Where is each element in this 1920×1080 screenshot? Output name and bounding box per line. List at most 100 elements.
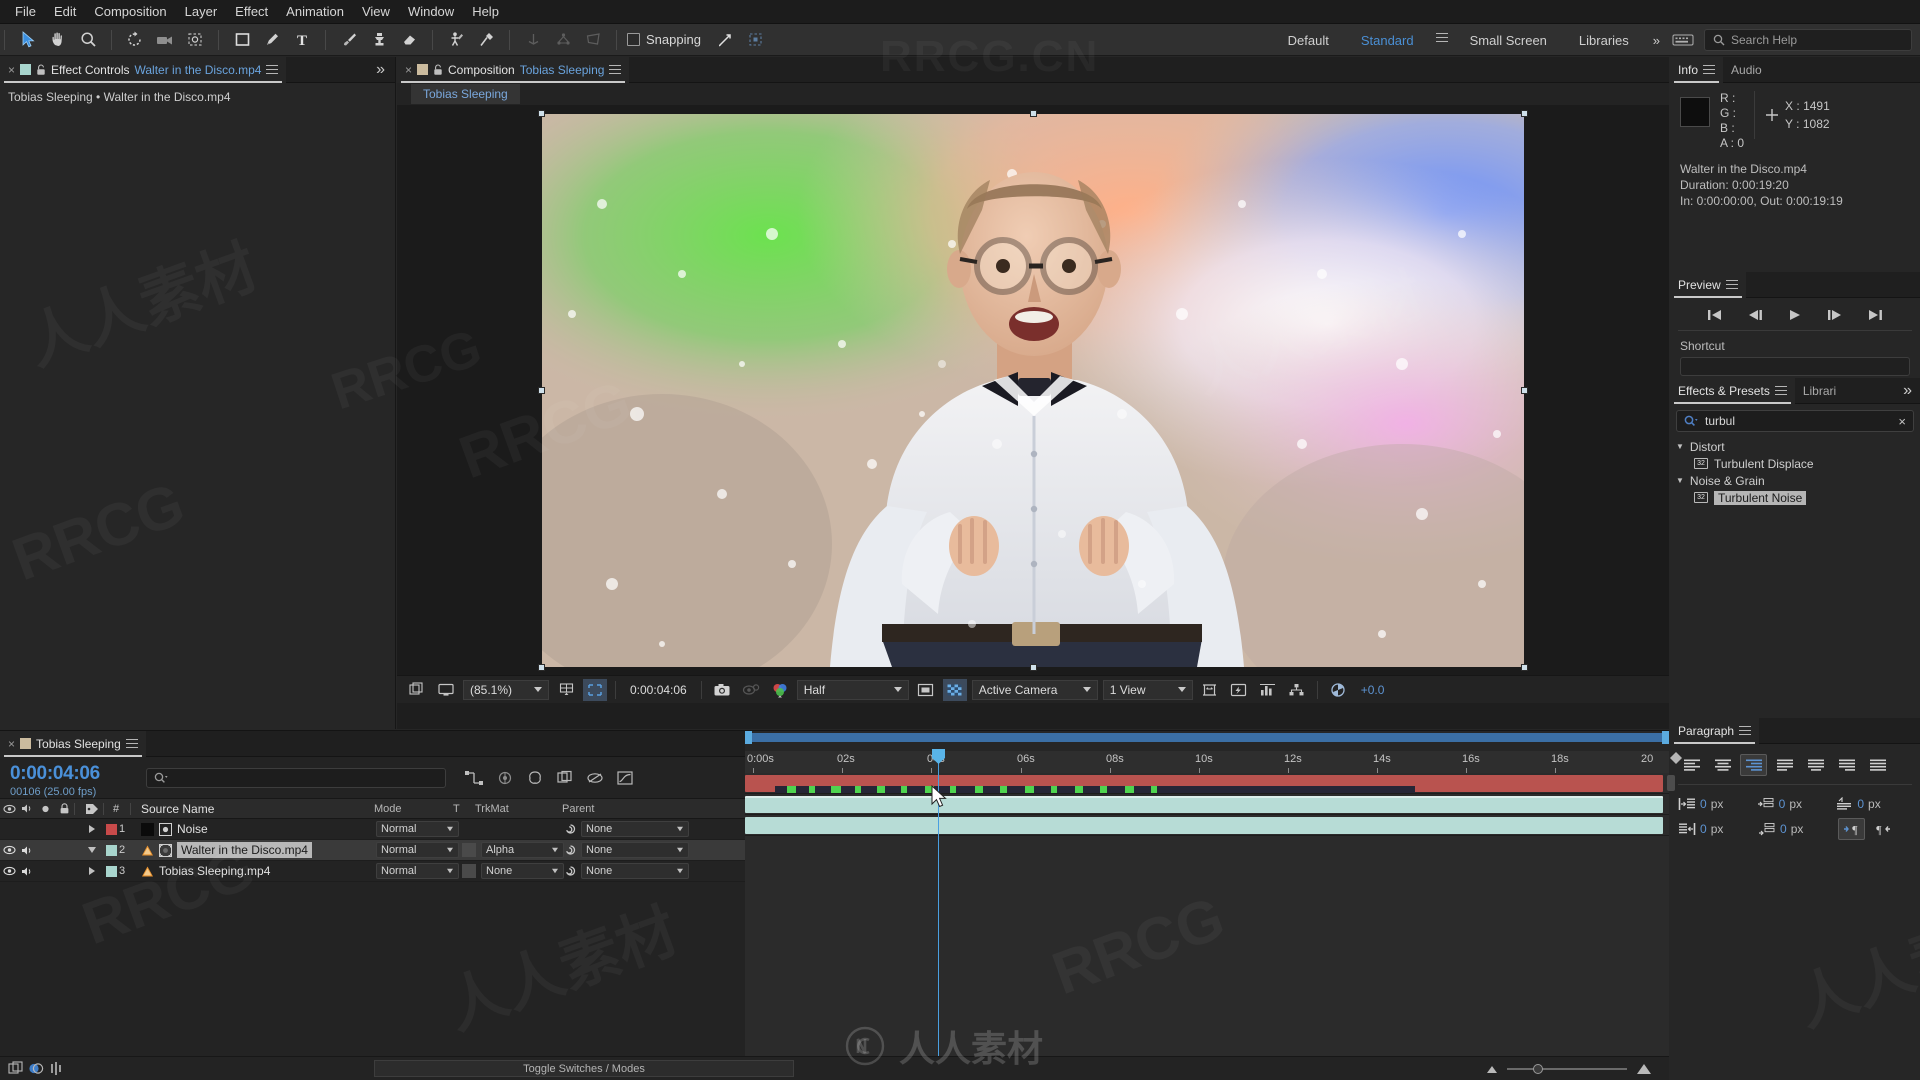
- space-before-value[interactable]: 0: [1857, 797, 1864, 811]
- selection-handle-tl[interactable]: [538, 109, 545, 117]
- layer-parent-select[interactable]: None: [564, 863, 689, 879]
- work-area-start-handle[interactable]: [745, 731, 752, 744]
- tab-preview[interactable]: Preview: [1670, 271, 1746, 298]
- menu-item-effect[interactable]: Effect: [226, 2, 277, 21]
- layer-t-cell[interactable]: [459, 843, 481, 857]
- audio-waveform-icon[interactable]: [48, 1061, 64, 1076]
- pick-whip-icon[interactable]: [564, 865, 577, 878]
- keyboard-shortcuts-icon[interactable]: [1668, 27, 1698, 53]
- layer-expand-toggle[interactable]: [81, 867, 103, 875]
- effects-group-distort[interactable]: ▼ Distort: [1670, 438, 1920, 455]
- preview-shortcut-field[interactable]: [1680, 357, 1910, 376]
- breadcrumb[interactable]: Tobias Sleeping: [411, 84, 520, 104]
- next-frame-icon[interactable]: [1826, 308, 1844, 322]
- menu-item-layer[interactable]: Layer: [176, 2, 227, 21]
- always-preview-icon[interactable]: [405, 679, 429, 701]
- region-of-interest-icon[interactable]: [583, 678, 607, 701]
- mask-shape-icon[interactable]: [578, 27, 608, 53]
- workspace-libraries[interactable]: Libraries: [1563, 33, 1645, 48]
- chevron-down-icon[interactable]: ▼: [1676, 476, 1684, 485]
- snapping-toggle[interactable]: Snapping: [621, 32, 707, 47]
- tab-composition[interactable]: × Composition Tobias Sleeping: [397, 56, 630, 83]
- selection-handle-mr[interactable]: [1521, 386, 1528, 394]
- justify-last-center-button[interactable]: [1802, 754, 1829, 776]
- timeline-search-box[interactable]: [146, 767, 446, 788]
- last-frame-icon[interactable]: [1866, 308, 1884, 322]
- menu-item-file[interactable]: File: [6, 2, 45, 21]
- layer-mode-select[interactable]: Normal: [376, 863, 459, 879]
- effects-search-box[interactable]: ×: [1676, 410, 1914, 432]
- brush-tool-icon[interactable]: [334, 27, 364, 53]
- effects-search-input[interactable]: [1705, 414, 1892, 428]
- rtl-paragraph-button[interactable]: ¶: [1868, 818, 1895, 840]
- work-area-end-handle[interactable]: [1662, 731, 1669, 744]
- timeline-vertical-scrollbar[interactable]: [1667, 775, 1675, 791]
- snap-grid-icon[interactable]: [741, 27, 771, 53]
- selection-handle-bc[interactable]: [1030, 663, 1037, 671]
- transparency-grid-icon[interactable]: [942, 678, 967, 701]
- selection-tool-icon[interactable]: [13, 27, 43, 53]
- layer-parent-select[interactable]: None: [564, 821, 689, 837]
- camera-view-select[interactable]: Active Camera: [971, 679, 1098, 700]
- workspace-standard[interactable]: Standard: [1345, 33, 1430, 48]
- workspace-small-screen[interactable]: Small Screen: [1454, 33, 1563, 48]
- tab-paragraph[interactable]: Paragraph: [1670, 717, 1760, 744]
- tab-effect-controls[interactable]: × Effect Controls Walter in the Disco.mp…: [0, 56, 287, 83]
- layer-t-cell[interactable]: [459, 864, 481, 878]
- resolution-select[interactable]: Half: [796, 679, 909, 700]
- align-center-button[interactable]: [1709, 754, 1736, 776]
- pick-whip-icon[interactable]: [564, 823, 577, 836]
- pixel-aspect-correction-icon[interactable]: [1198, 679, 1222, 701]
- layer-label-color[interactable]: [103, 844, 119, 856]
- hand-tool-icon[interactable]: [43, 27, 73, 53]
- snapping-checkbox[interactable]: [627, 33, 640, 46]
- play-icon[interactable]: [1786, 308, 1804, 322]
- rectangle-tool-icon[interactable]: [227, 27, 257, 53]
- layer-visibility-toggle[interactable]: [0, 845, 18, 855]
- menu-item-view[interactable]: View: [353, 2, 399, 21]
- layer-label-color[interactable]: [103, 823, 119, 835]
- align-right-button[interactable]: [1740, 754, 1767, 776]
- menu-item-composition[interactable]: Composition: [85, 2, 175, 21]
- menu-item-window[interactable]: Window: [399, 2, 463, 21]
- fast-previews-icon[interactable]: [1227, 679, 1251, 701]
- indent-left-value[interactable]: 0: [1700, 797, 1707, 811]
- justify-last-left-button[interactable]: [1771, 754, 1798, 776]
- composition-timecode[interactable]: 0:00:04:06: [624, 683, 693, 697]
- layer-expand-toggle[interactable]: [81, 847, 103, 853]
- layer-mode-select[interactable]: Normal: [376, 821, 459, 837]
- panel-menu-icon[interactable]: [125, 736, 138, 751]
- panel-menu-icon[interactable]: [609, 62, 622, 77]
- channels-icon[interactable]: [768, 679, 792, 701]
- menu-item-edit[interactable]: Edit: [45, 2, 85, 21]
- timeline-zoom-slider[interactable]: [1485, 1063, 1653, 1075]
- indent-right-field[interactable]: 0 px: [1757, 797, 1834, 811]
- zoom-slider-knob[interactable]: [1533, 1063, 1543, 1074]
- panel-menu-icon[interactable]: [1725, 277, 1738, 292]
- workspace-default[interactable]: Default: [1272, 33, 1345, 48]
- effect-turbulent-displace[interactable]: 32 Turbulent Displace: [1670, 455, 1920, 472]
- layer-parent-select[interactable]: None: [564, 842, 689, 858]
- effect-controls-overflow-icon[interactable]: »: [376, 61, 385, 79]
- anchor-point-icon[interactable]: [518, 27, 548, 53]
- layer-name-cell[interactable]: Walter in the Disco.mp4: [141, 842, 376, 858]
- indent-first-line-value[interactable]: 0: [1700, 822, 1707, 836]
- close-icon[interactable]: ×: [405, 63, 412, 77]
- pan-behind-tool-icon[interactable]: [180, 27, 210, 53]
- view-layout-select[interactable]: 1 View: [1102, 679, 1193, 700]
- rotation-tool-icon[interactable]: [120, 27, 150, 53]
- layer-bar-tobias[interactable]: [745, 817, 1663, 834]
- selection-handle-br[interactable]: [1521, 663, 1528, 671]
- composition-frame[interactable]: [538, 109, 1528, 671]
- tab-info[interactable]: Info: [1670, 56, 1724, 83]
- main-viewer-icon[interactable]: [434, 679, 458, 701]
- layer-name-cell[interactable]: Tobias Sleeping.mp4: [141, 864, 376, 878]
- selection-handle-ml[interactable]: [538, 386, 545, 394]
- close-icon[interactable]: ×: [8, 737, 15, 751]
- indent-first-line-field[interactable]: 0 px: [1678, 822, 1756, 836]
- zoom-slider-track[interactable]: [1507, 1063, 1627, 1074]
- tab-effects-presets[interactable]: Effects & Presets: [1670, 377, 1795, 404]
- search-help-box[interactable]: Search Help: [1704, 29, 1912, 51]
- layer-audio-toggle[interactable]: [18, 845, 36, 856]
- panel-menu-icon[interactable]: [1774, 383, 1787, 398]
